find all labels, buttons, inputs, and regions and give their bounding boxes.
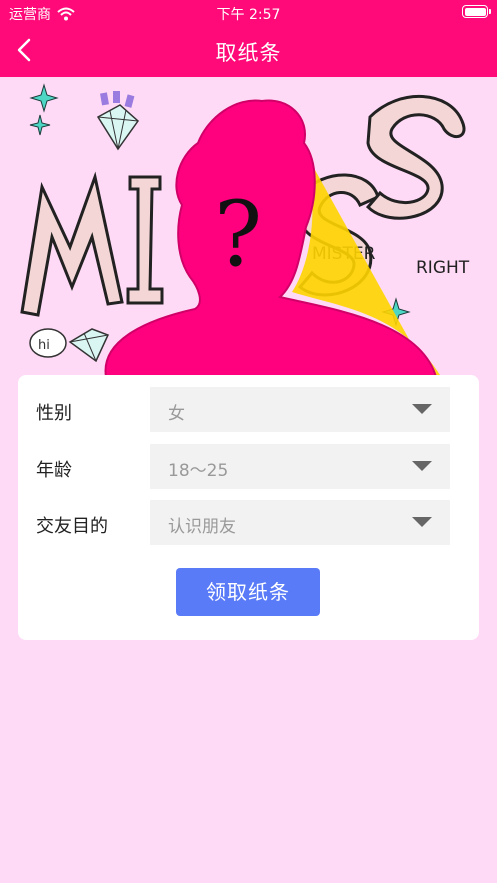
hi-bubble: hi bbox=[29, 328, 67, 358]
page-title: 取纸条 bbox=[215, 41, 282, 65]
svg-text:hi: hi bbox=[38, 338, 50, 353]
battery-icon bbox=[462, 5, 491, 18]
banner-illustration: MISTER RIGHT ? hi bbox=[0, 77, 497, 377]
row-age: 年龄 18～25 bbox=[18, 444, 479, 489]
get-note-button[interactable]: 领取纸条 bbox=[176, 568, 320, 616]
purpose-value: 认识朋友 bbox=[168, 517, 236, 537]
gender-label: 性别 bbox=[36, 403, 72, 424]
caret-down-icon bbox=[412, 517, 432, 527]
row-purpose: 交友目的 认识朋友 bbox=[18, 500, 479, 545]
purpose-select[interactable]: 认识朋友 bbox=[150, 500, 450, 545]
right-text: RIGHT bbox=[416, 258, 470, 278]
caret-down-icon bbox=[412, 461, 432, 471]
row-gender: 性别 女 bbox=[18, 387, 479, 432]
age-select[interactable]: 18～25 bbox=[150, 444, 450, 489]
filter-card: 性别 女 年龄 18～25 交友目的 认识朋友 领取纸条 bbox=[18, 375, 479, 640]
purpose-label: 交友目的 bbox=[36, 516, 108, 537]
status-bar: 运营商 下午 2:57 bbox=[0, 0, 497, 24]
question-mark: ? bbox=[214, 182, 262, 287]
gender-value: 女 bbox=[168, 404, 185, 424]
age-value: 18～25 bbox=[168, 461, 229, 481]
age-label: 年龄 bbox=[36, 460, 72, 481]
gender-select[interactable]: 女 bbox=[150, 387, 450, 432]
nav-bar: 取纸条 bbox=[0, 24, 497, 77]
status-time: 下午 2:57 bbox=[216, 7, 281, 23]
caret-down-icon bbox=[412, 404, 432, 414]
